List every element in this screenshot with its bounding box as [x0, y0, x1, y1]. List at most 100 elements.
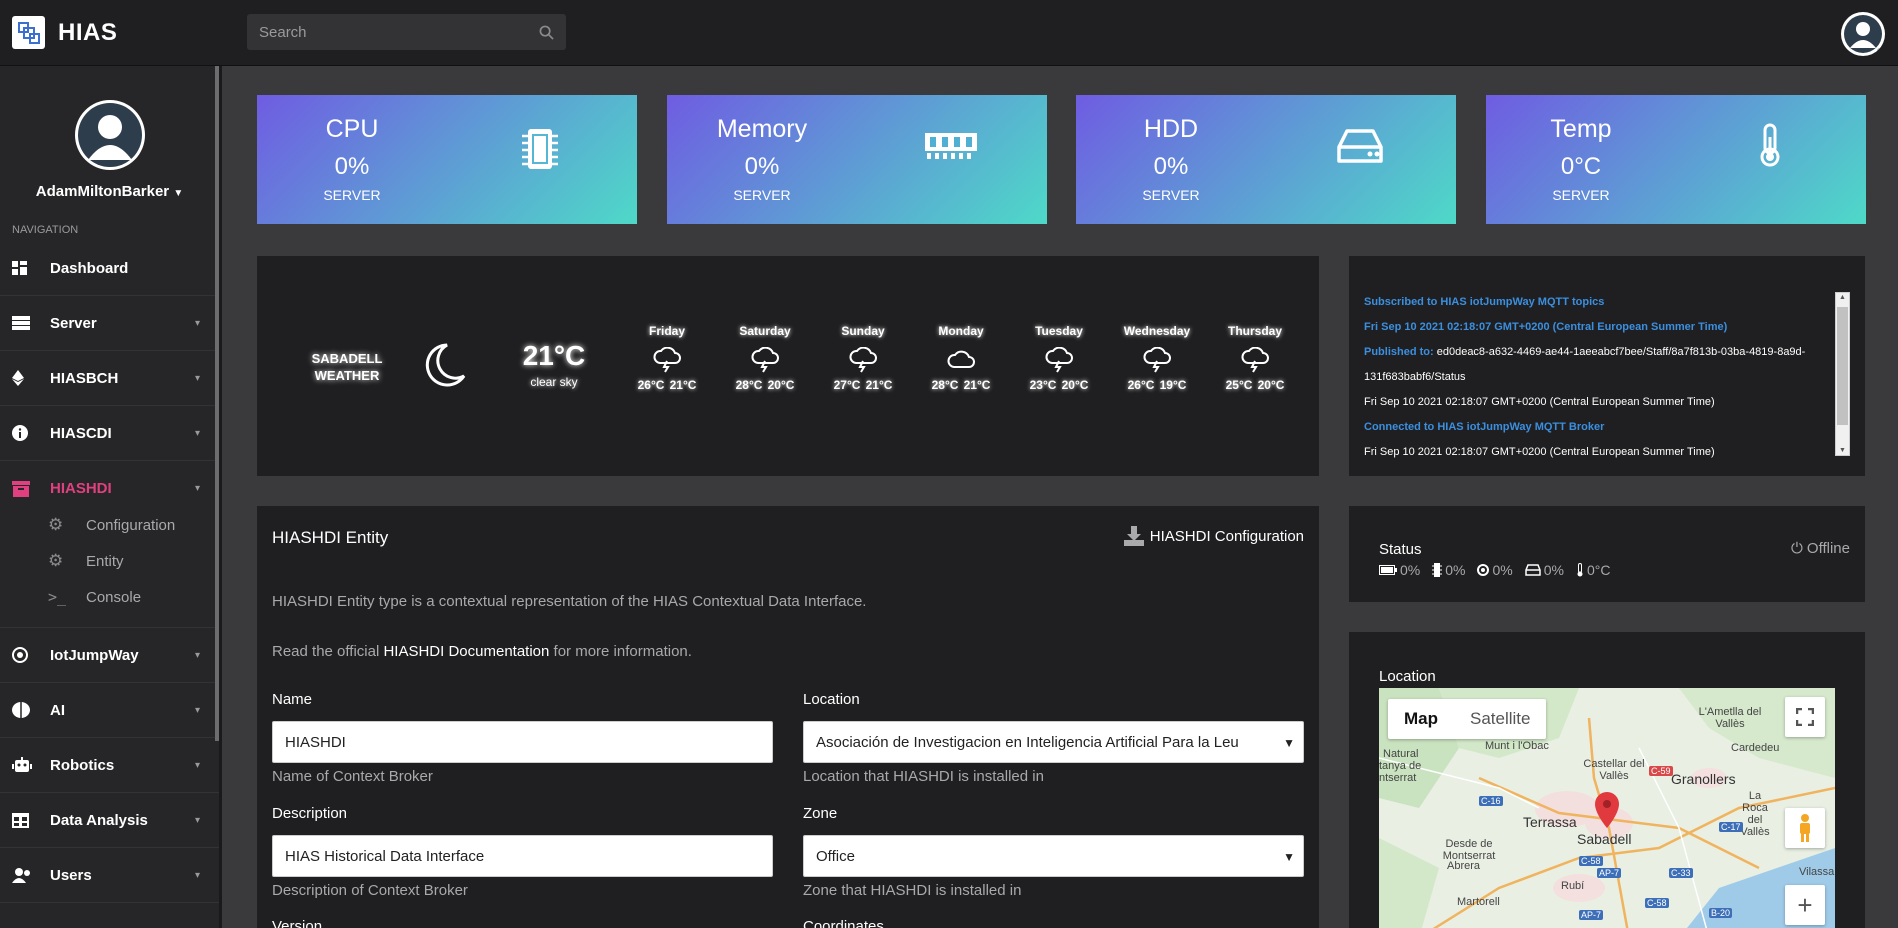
username-label: AdamMiltonBarker — [35, 183, 170, 200]
sidebar-item-data-analysis[interactable]: Data Analysis ▾ — [0, 793, 219, 848]
map-place-label: Martorell — [1457, 896, 1500, 908]
description-field[interactable]: HIAS Historical Data Interface — [272, 835, 773, 877]
sidebar-item-iotjumpway[interactable]: IotJumpWay ▾ — [0, 628, 219, 683]
card-subtitle: SERVER — [323, 187, 381, 203]
brand-name[interactable]: HIAS — [58, 19, 117, 47]
profile-avatar[interactable] — [75, 100, 145, 170]
scroll-down-arrow-icon[interactable]: ▼ — [1839, 447, 1846, 454]
sidebar-subitem-configuration[interactable]: ⚙ Configuration — [48, 508, 175, 542]
scroll-up-arrow-icon[interactable]: ▲ — [1839, 294, 1846, 301]
presence-dot — [1875, 46, 1885, 56]
user-avatar[interactable] — [1841, 12, 1885, 56]
location-selected: Asociación de Investigacion en Inteligen… — [816, 733, 1239, 751]
name-field[interactable]: HIASHDI — [272, 721, 773, 763]
sidebar-subitem-entity[interactable]: ⚙ Entity — [48, 544, 124, 578]
sidebar-item-hiasbch[interactable]: HIASBCH ▾ — [0, 351, 219, 406]
memory-value: 0% — [1492, 562, 1513, 578]
hiashdi-configuration-button[interactable]: HIASHDI Configuration — [1123, 526, 1304, 546]
memory-icon — [1477, 564, 1490, 576]
forecast-low: 21°C — [865, 378, 893, 392]
sidebar-item-hiascdi[interactable]: HIASCDI ▾ — [0, 406, 219, 461]
forecast-day-name: Thursday — [1227, 324, 1282, 338]
sidebar-item-label: Data Analysis — [50, 811, 148, 829]
mqtt-log-panel — [1349, 256, 1865, 476]
entity-description: HIASHDI Entity type is a contextual repr… — [272, 593, 867, 610]
hias-logo[interactable] — [12, 16, 45, 49]
log-line: 131f683babf6/Status — [1364, 371, 1466, 383]
thunderstorm-icon — [849, 347, 877, 373]
card-title: HDD — [1143, 115, 1199, 143]
search-input[interactable]: Search — [247, 14, 566, 50]
status-state: ⏻ Offline — [1791, 540, 1850, 557]
status-state-label: Offline — [1806, 540, 1850, 557]
road-label: C-17 — [1719, 822, 1743, 832]
sidebar-scrollbar[interactable] — [215, 66, 219, 741]
sidebar-item-label: Server — [50, 314, 97, 332]
weather-city-name: SABADELL — [311, 351, 383, 366]
memory-metric: 0% — [1477, 562, 1513, 578]
location-pin-icon[interactable] — [1595, 792, 1619, 828]
sidebar-subitem-console[interactable]: >_ Console — [48, 580, 141, 614]
info-icon — [12, 425, 28, 441]
forecast-day-name: Friday — [648, 324, 685, 338]
location-map[interactable]: Map Satellite + Terrassa Sabadell Granol… — [1379, 688, 1835, 928]
log-scrollbar[interactable]: ▲ ▼ — [1835, 292, 1850, 456]
username-dropdown[interactable]: AdamMiltonBarker ▼ — [0, 183, 219, 200]
nav-section-label: NAVIGATION — [12, 224, 79, 236]
sidebar-item-label: Users — [50, 866, 92, 884]
zone-select[interactable]: Office ▼ — [803, 835, 1304, 877]
thunderstorm-icon — [1143, 347, 1171, 373]
cpu-icon — [522, 129, 558, 169]
name-help: Name of Context Broker — [272, 768, 433, 785]
weather-widget: SABADELL WEATHER 21°C clear sky Friday 26°… — [257, 256, 1319, 476]
sidebar-item-dashboard[interactable]: Dashboard — [0, 241, 219, 296]
map-tab[interactable]: Map — [1388, 699, 1454, 739]
hdd-value: 0% — [1543, 562, 1564, 578]
cogs-icon: ⚙ — [48, 551, 64, 570]
server-icon — [12, 316, 30, 330]
location-select[interactable]: Asociación de Investigacion en Inteligen… — [803, 721, 1304, 763]
read-suffix: for more information. — [549, 643, 692, 660]
sidebar-item-robotics[interactable]: Robotics ▾ — [0, 738, 219, 793]
log-line: Fri Sep 10 2021 02:18:07 GMT+0200 (Centr… — [1364, 396, 1715, 408]
sidebar-item-ai[interactable]: AI ▾ — [0, 683, 219, 738]
satellite-tab[interactable]: Satellite — [1454, 699, 1546, 739]
map-place-label: L'Ametlla del Vallès — [1698, 706, 1762, 730]
iot-icon — [12, 647, 28, 663]
forecast-day-name: Saturday — [739, 324, 791, 338]
thunderstorm-icon — [751, 347, 779, 373]
forecast-day: Sunday 27°C 21°C — [823, 324, 903, 392]
forecast-high: 26°C — [1127, 378, 1155, 392]
status-panel: Status ⏻ Offline 0% 0% 0% 0% 0°C — [1349, 506, 1865, 602]
log-label: Published to: — [1364, 346, 1434, 358]
temp-metric: 0°C — [1576, 562, 1611, 578]
zone-help: Zone that HIASHDI is installed in — [803, 882, 1022, 899]
fullscreen-button[interactable] — [1785, 697, 1825, 737]
temp-value: 0°C — [1586, 562, 1611, 578]
thermometer-icon — [1577, 563, 1583, 577]
entity-title: HIASHDI Entity — [272, 528, 389, 547]
config-button-label: HIASHDI Configuration — [1149, 527, 1304, 545]
cloud-icon — [947, 350, 975, 368]
documentation-link[interactable]: HIASHDI Documentation — [383, 643, 549, 660]
pegman-icon — [1800, 814, 1810, 842]
log-line: Fri Sep 10 2021 02:18:07 GMT+0200 (Centr… — [1364, 321, 1728, 333]
map-place-label: Cardedeu — [1731, 742, 1780, 754]
sidebar-subitem-label: Entity — [86, 552, 124, 570]
street-view-button[interactable] — [1785, 808, 1825, 848]
sidebar-item-server[interactable]: Server ▾ — [0, 296, 219, 351]
temp-card: Temp 0°C SERVER — [1486, 95, 1866, 224]
log-scroll-thumb[interactable] — [1837, 307, 1848, 425]
sidebar-item-users[interactable]: Users ▾ — [0, 848, 219, 903]
entity-read-more: Read the official HIASHDI Documentation … — [272, 643, 692, 660]
map-place-label: Munt i l'Obac — [1485, 740, 1549, 752]
archive-icon — [12, 480, 30, 497]
cogs-icon: ⚙ — [48, 515, 64, 534]
zoom-in-button[interactable]: + — [1785, 885, 1825, 925]
location-label: Location — [803, 691, 860, 708]
map-place-label: Sabadell — [1577, 831, 1632, 847]
terminal-icon: >_ — [48, 588, 67, 606]
zone-selected: Office — [816, 847, 855, 865]
map-place-label: Natural — [1383, 748, 1419, 760]
map-place-label: tanya de — [1379, 760, 1422, 772]
